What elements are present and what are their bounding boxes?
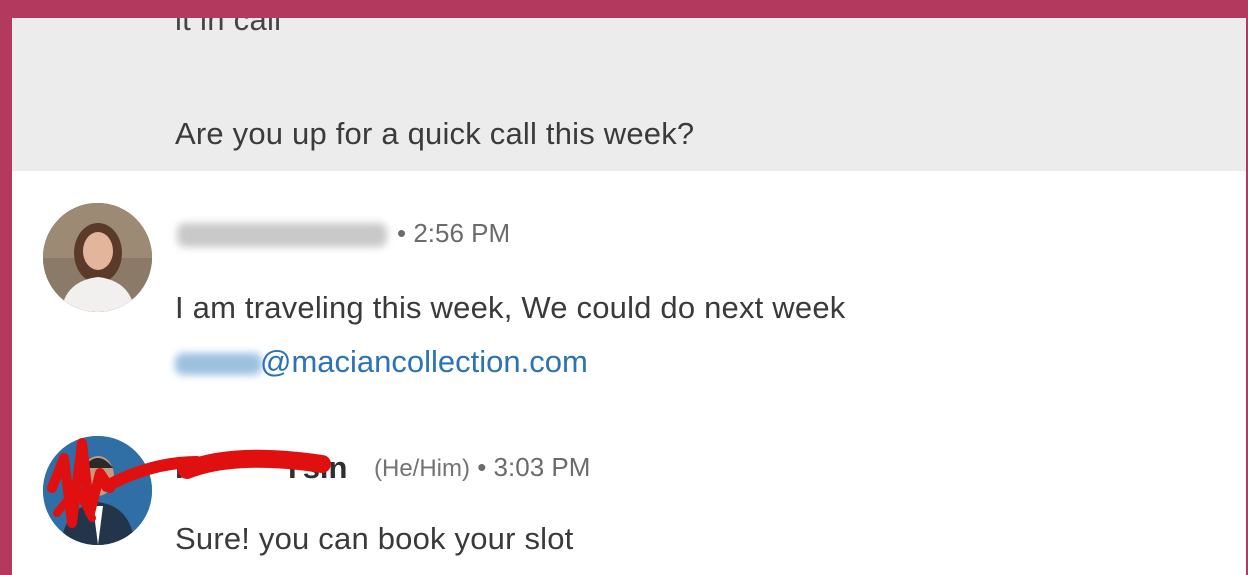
message-text: I am traveling this week, We could do ne… [175,290,846,325]
email-link[interactable]: @maciancollection.com [260,344,588,380]
message-meta: (He/Him) • 3:03 PM [374,452,590,483]
avatar[interactable] [43,203,152,312]
email-user-redacted [175,353,262,375]
sender-name-mid: Y [282,450,303,485]
sender-name-fragment: Ysin [282,450,347,486]
message-timestamp: • 2:56 PM [397,218,511,248]
previous-message-block: it in call Are you up for a quick call t… [12,18,1246,171]
pronouns: (He/Him) [374,455,470,482]
sender-name-redacted [177,223,387,247]
message-text: Sure! you can book your slot [175,521,574,556]
previous-message-question: Are you up for a quick call this week? [175,116,695,151]
previous-message-line: it in call [175,18,282,37]
sender-name-initial: F [175,450,194,485]
avatar[interactable] [43,436,152,545]
message-timestamp: • 3:03 PM [477,452,591,482]
message-thread-panel: it in call Are you up for a quick call t… [12,18,1246,575]
sender-name-end: sin [302,450,348,485]
sender-name[interactable]: F [175,450,194,486]
